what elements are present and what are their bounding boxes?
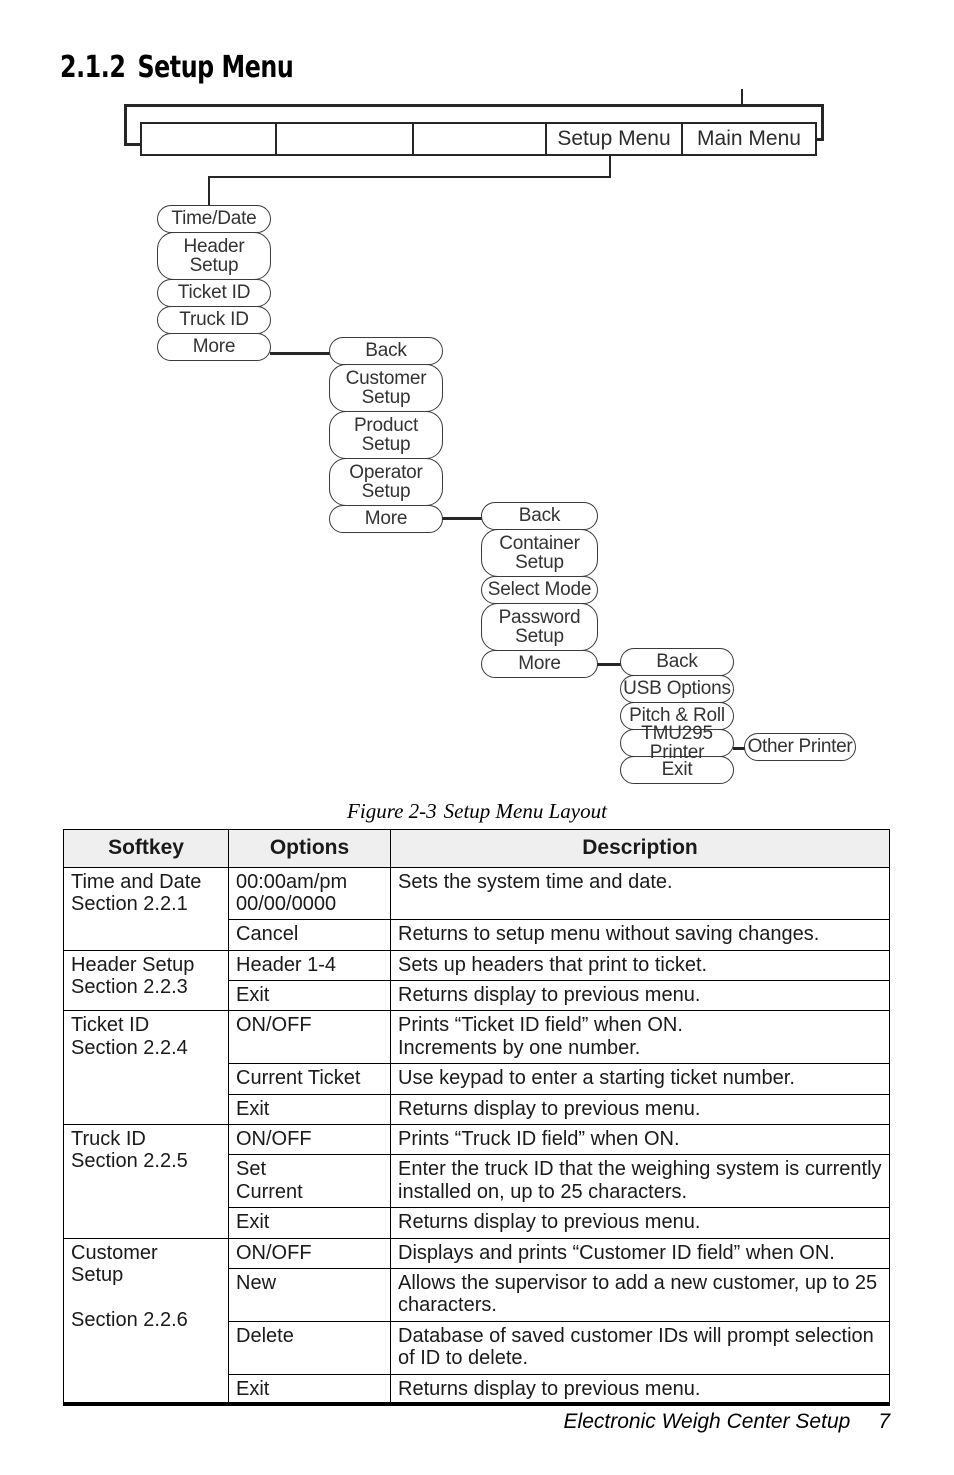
connector-setup-down xyxy=(609,156,611,178)
figure-caption: Figure 2-3 Setup Menu Layout xyxy=(0,799,954,824)
table-cell-options: Cancel xyxy=(228,919,391,951)
menu-cell-blank-2[interactable] xyxy=(277,124,414,154)
softkey-menu-bar: Setup Menu Main Menu xyxy=(140,122,817,156)
table-cell-options: Exit xyxy=(228,1373,391,1405)
table-row: Ticket ID Section 2.2.4 ON/OFF Prints “Tic… xyxy=(63,1010,890,1126)
table-cell-description: Enter the truck ID that the weighing sys… xyxy=(390,1154,890,1209)
table-cell-options: New xyxy=(228,1267,391,1322)
table-header-row: Softkey Options Description xyxy=(63,829,890,868)
menu-button-tmu295-printer[interactable]: TMU295 Printer xyxy=(620,723,734,762)
table-cell-softkey: Header Setup Section 2.2.3 xyxy=(63,949,229,1012)
table-row: Header Setup Section 2.2.3 Header 1-4 Sets… xyxy=(63,949,890,1012)
setup-menu-diagram: Setup Menu Main Menu Time/Date Header Se… xyxy=(0,0,954,790)
bracket-left-line xyxy=(124,104,127,146)
menu-cell-setup-menu[interactable]: Setup Menu xyxy=(547,124,683,154)
table-cell-options: ON/OFF xyxy=(228,1124,391,1156)
table-cell-softkey: Time and Date Section 2.2.1 xyxy=(63,866,229,951)
table-cell-options: Exit xyxy=(228,1093,391,1126)
connector-column1-to-column2 xyxy=(270,352,330,355)
table-row: Time and Date Section 2.2.1 00:00am/pm 00… xyxy=(63,866,890,951)
document-page: 2.1.2 Setup Menu Setup Menu Main Menu Tim… xyxy=(0,0,954,1475)
menu-button-more-2[interactable]: More xyxy=(329,505,443,533)
connector-column3-to-column4 xyxy=(597,663,621,666)
menu-button-customer-setup[interactable]: Customer Setup xyxy=(329,364,443,412)
page-number: 7 xyxy=(878,1410,890,1433)
table-header-options: Options xyxy=(228,829,391,868)
menu-cell-blank-3[interactable] xyxy=(414,124,547,154)
table-body: Time and Date Section 2.2.1 00:00am/pm 00… xyxy=(63,866,890,1405)
table-cell-softkey: Truck ID Section 2.2.5 xyxy=(63,1124,229,1239)
table-cell-description: Displays and prints “Customer ID field” … xyxy=(390,1237,890,1269)
menu-button-truck-id[interactable]: Truck ID xyxy=(157,306,271,334)
menu-button-header-setup[interactable]: Header Setup xyxy=(157,232,271,280)
table-cell-description: Allows the supervisor to add a new custo… xyxy=(390,1267,890,1322)
bracket-top-line xyxy=(124,104,824,107)
table-cell-options: Set Current xyxy=(228,1154,391,1209)
footer-label: Electronic Weigh Center Setup xyxy=(563,1410,851,1433)
figure-caption-title: Setup Menu Layout xyxy=(443,799,607,823)
menu-button-back-4[interactable]: Back xyxy=(620,648,734,676)
table-cell-description: Sets the system time and date. xyxy=(390,866,890,921)
menu-button-usb-options[interactable]: USB Options xyxy=(620,675,734,703)
table-cell-description: Returns display to previous menu. xyxy=(390,1093,890,1126)
menu-button-select-mode[interactable]: Select Mode xyxy=(481,576,598,604)
table-cell-options: ON/OFF xyxy=(228,1237,391,1269)
menu-button-more-3[interactable]: More xyxy=(481,650,598,678)
bracket-right-line xyxy=(821,104,824,141)
table-header-description: Description xyxy=(390,829,890,868)
menu-button-more-1[interactable]: More xyxy=(157,333,271,361)
page-footer: Electronic Weigh Center Setup 7 xyxy=(0,1410,890,1434)
menu-button-container-setup[interactable]: Container Setup xyxy=(481,529,598,577)
menu-button-operator-setup[interactable]: Operator Setup xyxy=(329,458,443,506)
table-cell-description: Use keypad to enter a starting ticket nu… xyxy=(390,1063,890,1095)
menu-column-2: Back Customer Setup Product Setup Operat… xyxy=(329,337,443,533)
table-cell-options: Exit xyxy=(228,1207,391,1239)
menu-cell-main-menu[interactable]: Main Menu xyxy=(683,124,815,154)
table-cell-softkey: Ticket ID Section 2.2.4 xyxy=(63,1010,229,1126)
table-cell-description: Returns display to previous menu. xyxy=(390,1207,890,1239)
menu-column-1: Time/Date Header Setup Ticket ID Truck I… xyxy=(157,205,271,361)
softkey-description-table: Softkey Options Description Time and Dat… xyxy=(63,829,890,1405)
menu-button-time-date[interactable]: Time/Date xyxy=(157,205,271,233)
menu-button-other-printer[interactable]: Other Printer xyxy=(744,733,856,761)
table-cell-options: Current Ticket xyxy=(228,1063,391,1095)
connector-column2-to-column3 xyxy=(442,517,482,520)
table-header-softkey: Softkey xyxy=(63,829,229,868)
table-cell-description: Returns display to previous menu. xyxy=(390,1373,890,1405)
table-row: Truck ID Section 2.2.5 ON/OFF Prints “Truc… xyxy=(63,1124,890,1239)
table-cell-options: Exit xyxy=(228,980,391,1012)
table-cell-description: Prints “Ticket ID field” when ON. Increm… xyxy=(390,1010,890,1065)
table-cell-options: Header 1-4 xyxy=(228,949,391,982)
menu-button-password-setup[interactable]: Password Setup xyxy=(481,603,598,651)
table-cell-softkey: Customer Setup Section 2.2.6 xyxy=(63,1237,229,1405)
menu-cell-blank-1[interactable] xyxy=(142,124,277,154)
table-cell-options: Delete xyxy=(228,1320,391,1375)
footer-rule xyxy=(63,1402,890,1406)
table-cell-options: 00:00am/pm 00/00/0000 xyxy=(228,866,391,921)
table-cell-options: ON/OFF xyxy=(228,1010,391,1065)
connector-setup-across xyxy=(208,176,611,178)
table-cell-description: Returns display to previous menu. xyxy=(390,980,890,1012)
figure-caption-number: Figure 2-3 xyxy=(347,799,437,823)
table-cell-description: Database of saved customer IDs will prom… xyxy=(390,1320,890,1375)
table-cell-description: Prints “Truck ID field” when ON. xyxy=(390,1124,890,1156)
bracket-tick xyxy=(741,89,743,105)
menu-button-ticket-id[interactable]: Ticket ID xyxy=(157,279,271,307)
menu-button-product-setup[interactable]: Product Setup xyxy=(329,411,443,459)
connector-setup-to-column1 xyxy=(208,176,210,208)
menu-button-back-3[interactable]: Back xyxy=(481,502,598,530)
table-cell-description: Returns to setup menu without saving cha… xyxy=(390,919,890,951)
menu-column-3: Back Container Setup Select Mode Passwor… xyxy=(481,502,598,678)
table-cell-description: Sets up headers that print to ticket. xyxy=(390,949,890,982)
menu-column-4: Back USB Options Pitch & Roll TMU295 Pri… xyxy=(620,648,734,784)
menu-button-back-2[interactable]: Back xyxy=(329,337,443,365)
table-row: Customer Setup Section 2.2.6 ON/OFF Displa… xyxy=(63,1237,890,1405)
